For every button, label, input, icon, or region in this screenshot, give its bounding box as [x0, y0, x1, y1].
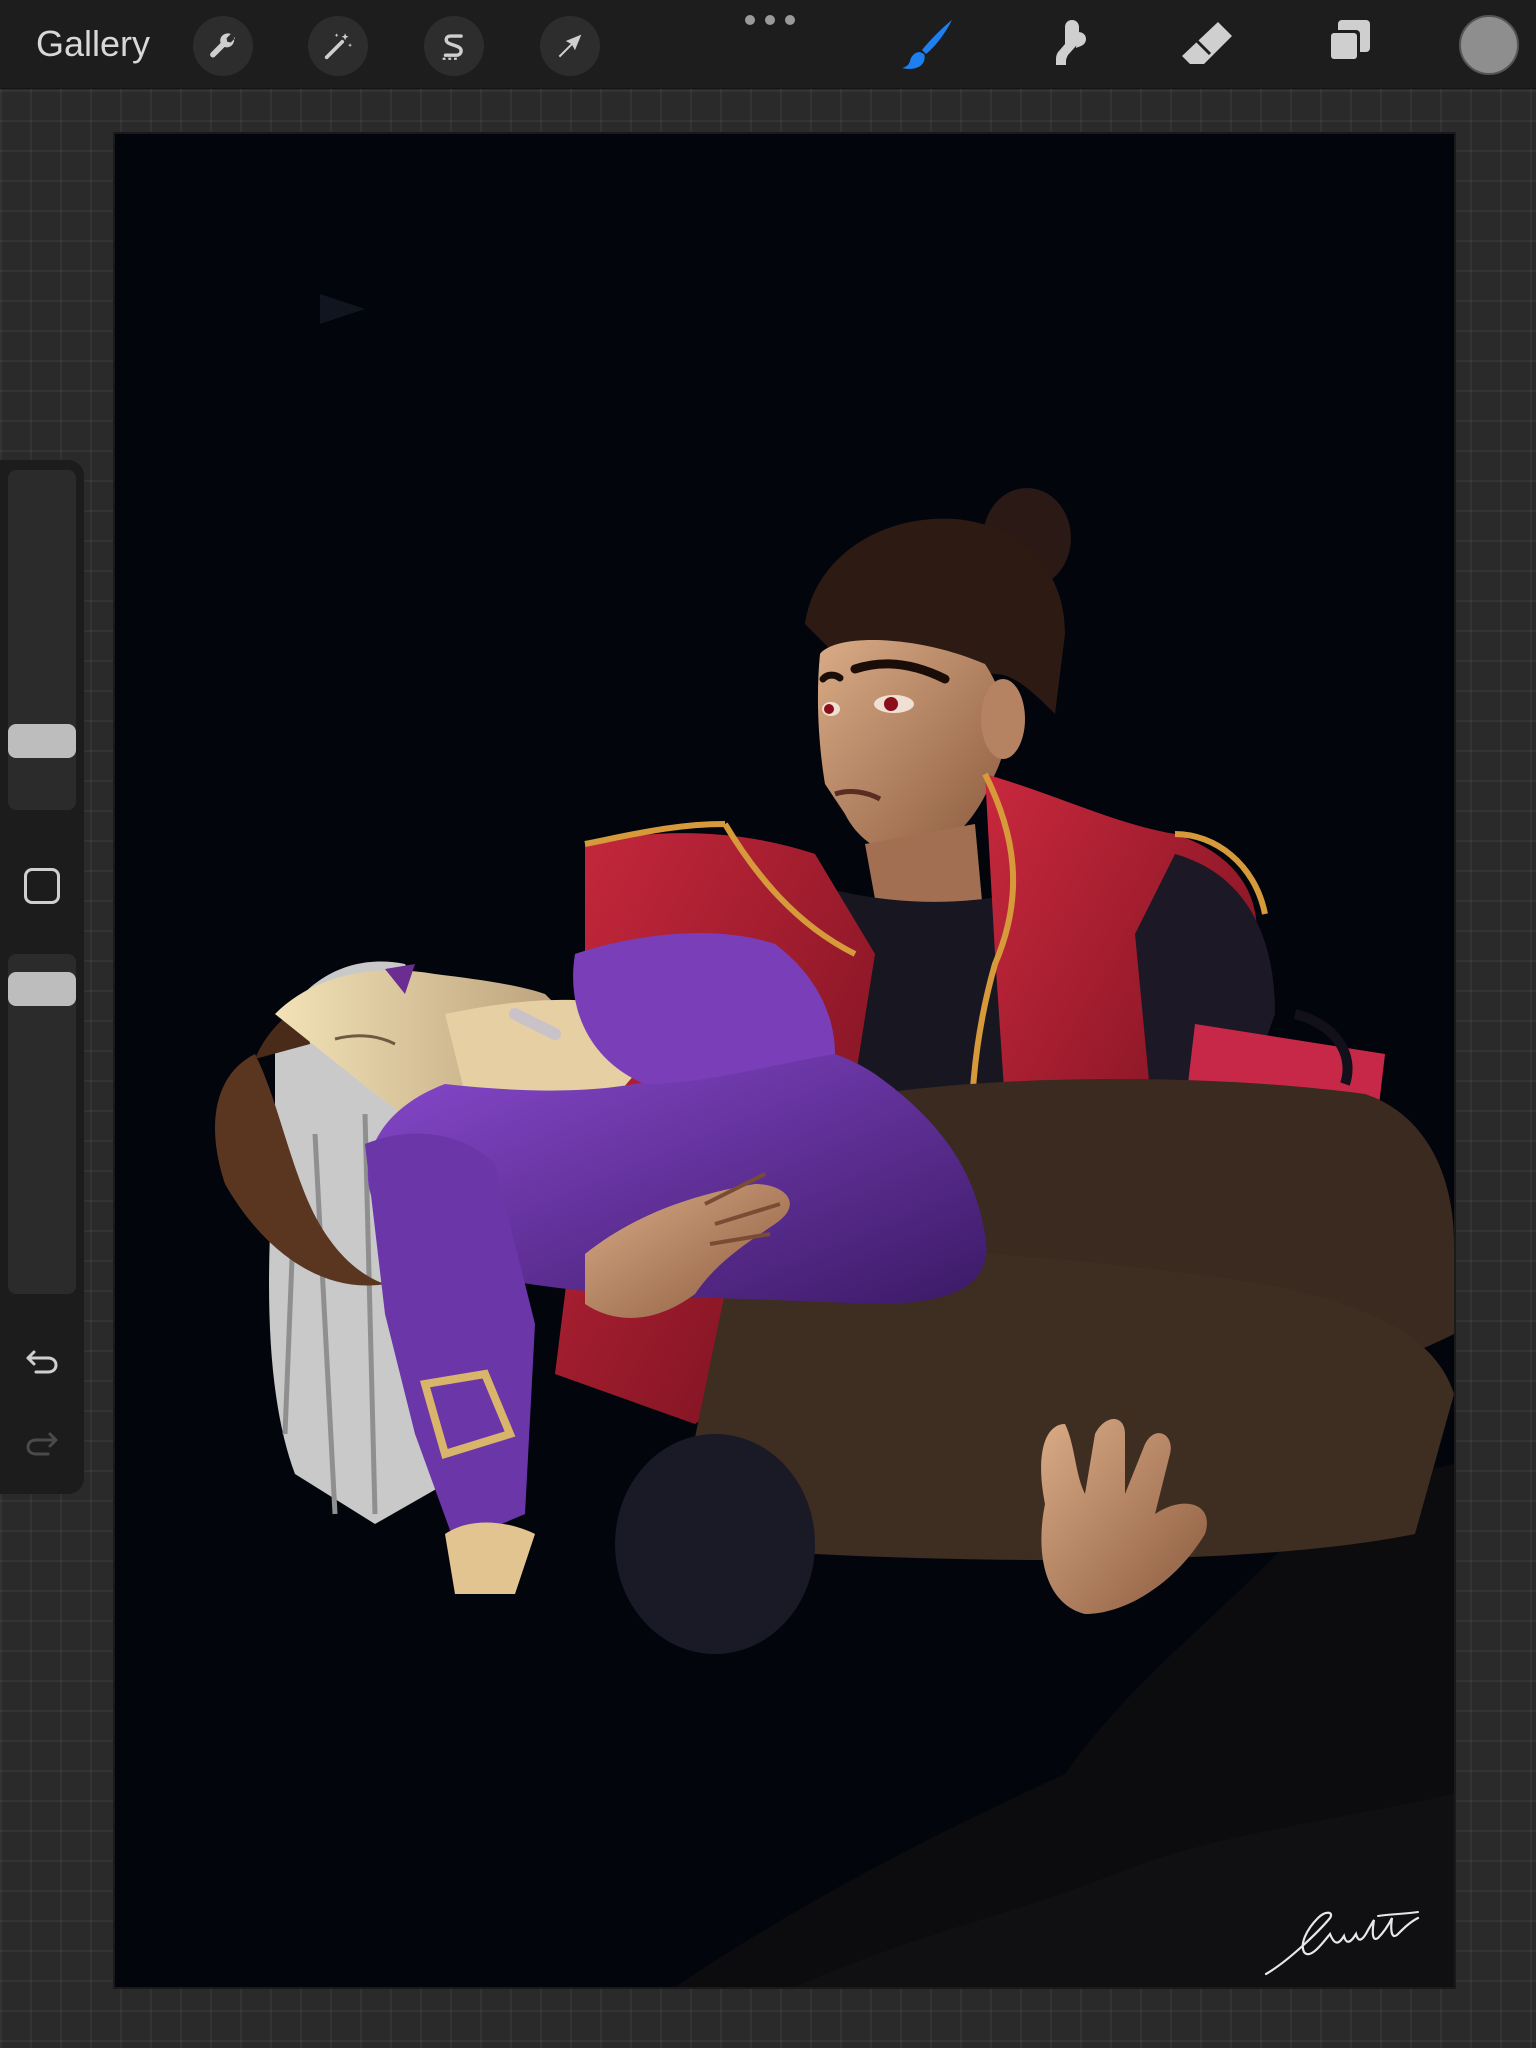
selection-s-icon: [442, 34, 463, 60]
gallery-button[interactable]: Gallery: [36, 20, 150, 68]
magic-wand-icon: [324, 33, 353, 60]
selection-button[interactable]: [424, 16, 484, 76]
arrow-cursor-icon: [558, 34, 582, 58]
actions-button[interactable]: [193, 16, 253, 76]
artwork-illustration: [215, 294, 1454, 1987]
brush-size-slider[interactable]: [8, 470, 76, 810]
brush-tool-button[interactable]: [896, 12, 960, 76]
layers-icon: [1328, 20, 1370, 62]
square-icon[interactable]: [24, 868, 60, 904]
adjustments-button[interactable]: [308, 16, 368, 76]
smudge-icon: [1056, 20, 1086, 65]
transform-button[interactable]: [540, 16, 600, 76]
wrench-icon: [210, 33, 236, 58]
redo-icon[interactable]: [22, 1422, 62, 1462]
color-picker-button[interactable]: [1459, 15, 1519, 75]
brush-size-slider-thumb[interactable]: [8, 724, 76, 758]
top-toolbar: Gallery: [0, 0, 1536, 89]
drawing-canvas[interactable]: [115, 134, 1454, 1987]
smudge-tool-button[interactable]: [1036, 12, 1100, 76]
left-sidebar: [0, 460, 84, 1494]
layers-tool-button[interactable]: [1316, 12, 1380, 76]
undo-icon[interactable]: [22, 1340, 62, 1380]
opacity-slider-thumb[interactable]: [8, 972, 76, 1006]
eraser-tool-button[interactable]: [1176, 12, 1240, 76]
artist-signature: [1264, 1911, 1420, 1976]
eraser-icon: [1182, 22, 1232, 64]
brush-icon: [902, 20, 952, 69]
more-dots-icon[interactable]: [742, 12, 798, 28]
